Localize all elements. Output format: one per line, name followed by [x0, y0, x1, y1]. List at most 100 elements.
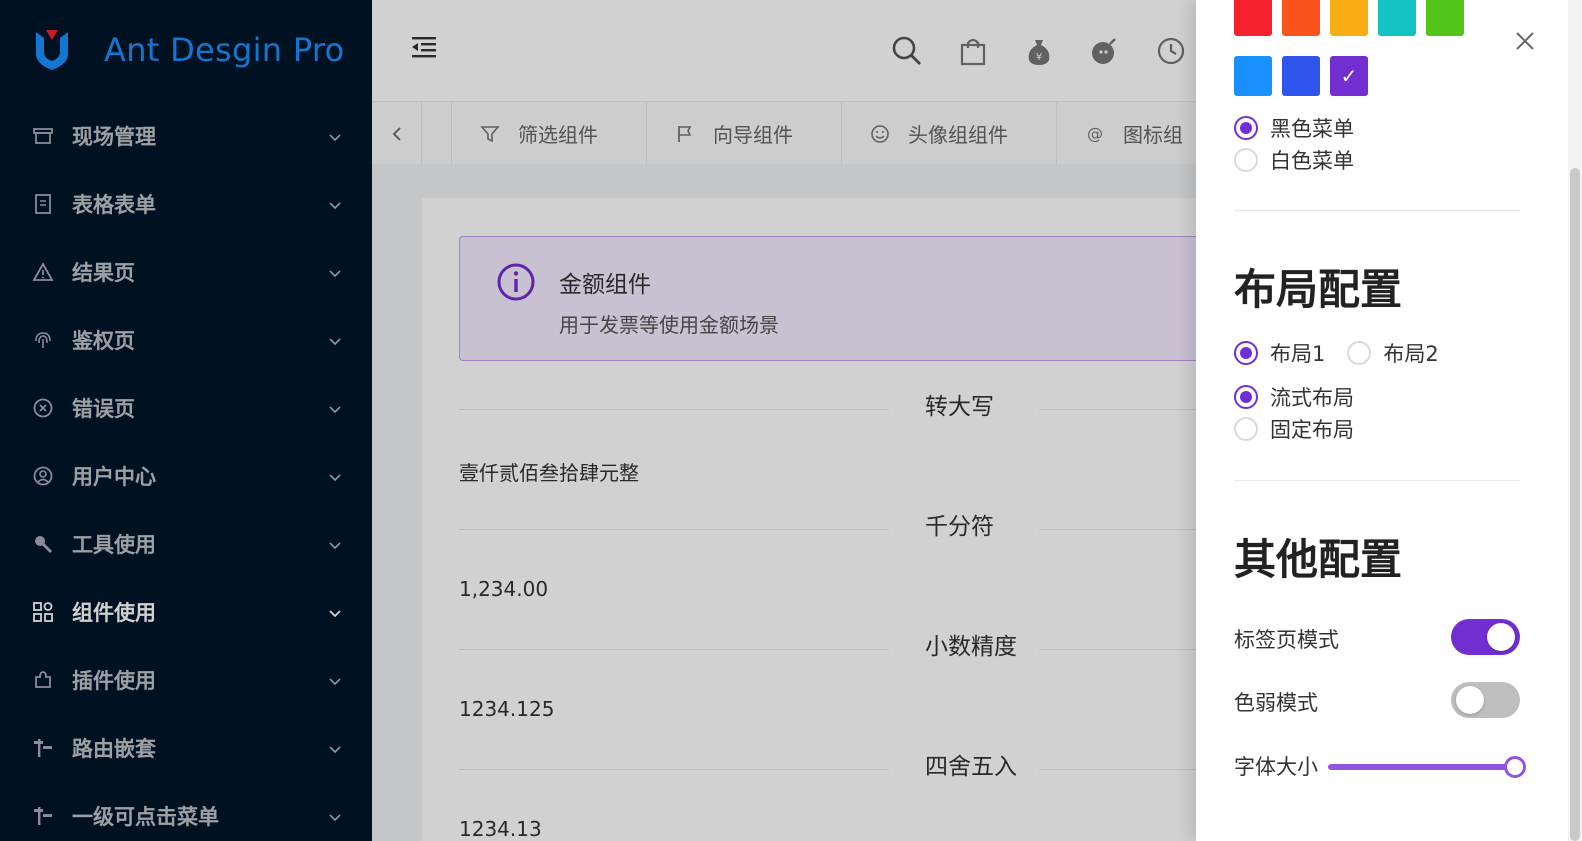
weak-mode-label: 色弱模式	[1234, 691, 1318, 715]
logo[interactable]: Ant Desgin Pro	[0, 0, 372, 100]
at-icon: @	[1085, 124, 1105, 144]
chevron-down-icon	[328, 469, 342, 483]
divider-title: 转大写	[915, 387, 1004, 421]
color-row: ✓	[1234, 56, 1464, 96]
close-circle-icon	[32, 397, 54, 419]
tab-label: 头像组组件	[908, 123, 1008, 147]
menu-theme-group: 黑色菜单 白色菜单	[1234, 112, 1354, 176]
sidebar-item-label: 工具使用	[72, 533, 156, 557]
close-icon[interactable]	[1514, 30, 1536, 52]
sidebar-item[interactable]: 组件使用	[0, 578, 372, 646]
shop-icon	[32, 125, 54, 147]
sidebar-item-label: 插件使用	[72, 669, 156, 693]
filter-icon	[480, 124, 500, 144]
sidebar-item[interactable]: 一级可点击菜单	[0, 782, 372, 841]
plugin-icon	[32, 669, 54, 691]
sidebar-item-label: 路由嵌套	[72, 737, 156, 761]
color-swatch[interactable]	[1282, 56, 1320, 96]
chevron-down-icon	[328, 537, 342, 551]
appstore-icon	[32, 601, 54, 623]
svg-text:¥: ¥	[1036, 52, 1042, 63]
sidebar-item-label: 一级可点击菜单	[72, 805, 219, 829]
color-swatch[interactable]	[1234, 56, 1272, 96]
fingerprint-icon	[32, 329, 54, 351]
header-actions: ¥	[890, 34, 1188, 68]
radio-layout-2[interactable]: 布局2	[1347, 337, 1439, 369]
font-size-slider[interactable]	[1328, 756, 1526, 778]
sidebar-item[interactable]: 错误页	[0, 374, 372, 442]
radio-fluid-layout[interactable]: 流式布局	[1234, 381, 1354, 413]
tab-spacer	[422, 102, 452, 164]
logo-icon	[36, 30, 68, 70]
shopping-bag-icon[interactable]	[956, 34, 990, 68]
sidebar-item[interactable]: 路由嵌套	[0, 714, 372, 782]
sidebar-item[interactable]: 表格表单	[0, 170, 372, 238]
radio-label: 布局2	[1383, 342, 1439, 366]
radio-light-menu[interactable]: 白色菜单	[1234, 144, 1354, 176]
color-swatch[interactable]	[1234, 0, 1272, 36]
sidebar-item[interactable]: 工具使用	[0, 510, 372, 578]
tab-list: 筛选组件 向导组件 头像组组件 @ 图标组	[452, 102, 1232, 165]
radio-label: 布局1	[1270, 342, 1326, 366]
divider	[1234, 210, 1520, 211]
tab-scroll-left-button[interactable]	[372, 102, 422, 165]
radio-label: 黑色菜单	[1270, 117, 1354, 141]
svg-text:@: @	[1087, 124, 1103, 143]
clock-icon[interactable]	[1154, 34, 1188, 68]
radio-dot	[1234, 116, 1258, 140]
color-swatch[interactable]	[1378, 0, 1416, 36]
sidebar-item-label: 表格表单	[72, 193, 156, 217]
tab[interactable]: 头像组组件	[842, 102, 1057, 165]
content-width-group: 流式布局 固定布局	[1234, 381, 1354, 445]
radio-label: 流式布局	[1270, 386, 1354, 410]
tab-mode-switch[interactable]	[1451, 619, 1520, 655]
bomb-icon[interactable]	[1088, 34, 1122, 68]
sidebar-item[interactable]: 鉴权页	[0, 306, 372, 374]
menu-fold-icon[interactable]	[410, 33, 438, 61]
sidebar: Ant Desgin Pro 现场管理表格表单结果页鉴权页 错误页 用户中心工具使用…	[0, 0, 372, 841]
radio-fixed-layout[interactable]: 固定布局	[1234, 413, 1354, 445]
route-icon	[32, 737, 54, 759]
sidebar-item[interactable]: 结果页	[0, 238, 372, 306]
tab[interactable]: 筛选组件	[452, 102, 647, 165]
switch-knob	[1456, 686, 1484, 714]
weak-mode-switch[interactable]	[1451, 682, 1520, 718]
color-swatch[interactable]	[1426, 0, 1464, 36]
radio-layout-1[interactable]: 布局1	[1234, 337, 1325, 369]
tab[interactable]: 向导组件	[647, 102, 842, 165]
divider-line	[459, 529, 889, 530]
chevron-down-icon	[328, 809, 342, 823]
divider-title: 千分符	[915, 507, 1004, 541]
info-circle-icon	[497, 263, 535, 301]
sidebar-item-label: 结果页	[72, 261, 135, 285]
search-icon[interactable]	[890, 34, 924, 68]
radio-label: 白色菜单	[1270, 149, 1354, 173]
sidebar-item[interactable]: 插件使用	[0, 646, 372, 714]
sidebar-item[interactable]: 用户中心	[0, 442, 372, 510]
color-swatch[interactable]	[1330, 0, 1368, 36]
chevron-down-icon	[328, 673, 342, 687]
tab-label: 图标组	[1123, 123, 1183, 147]
app-title: Ant Desgin Pro	[104, 31, 345, 69]
radio-dark-menu[interactable]: 黑色菜单	[1234, 112, 1354, 144]
color-swatch[interactable]: ✓	[1330, 56, 1368, 96]
chevron-down-icon	[328, 401, 342, 415]
divider-line	[459, 409, 889, 410]
color-swatch[interactable]	[1282, 0, 1320, 36]
check-icon: ✓	[1340, 64, 1358, 88]
sidebar-item-label: 现场管理	[72, 125, 156, 149]
layout-section-title: 布局配置	[1234, 265, 1403, 314]
sidebar-item[interactable]: 现场管理	[0, 102, 372, 170]
radio-dot	[1234, 341, 1258, 365]
slider-handle[interactable]	[1504, 756, 1526, 778]
chevron-down-icon	[328, 129, 342, 143]
radio-label: 固定布局	[1270, 418, 1354, 442]
drawer-scrollbar[interactable]	[1568, 0, 1582, 841]
money-bag-icon[interactable]: ¥	[1022, 34, 1056, 68]
other-section-title: 其他配置	[1234, 535, 1403, 584]
chevron-down-icon	[328, 265, 342, 279]
divider-title: 小数精度	[915, 627, 1027, 661]
divider	[1234, 480, 1520, 481]
scrollbar-thumb[interactable]	[1570, 168, 1580, 841]
tab-mode-label: 标签页模式	[1234, 628, 1339, 652]
